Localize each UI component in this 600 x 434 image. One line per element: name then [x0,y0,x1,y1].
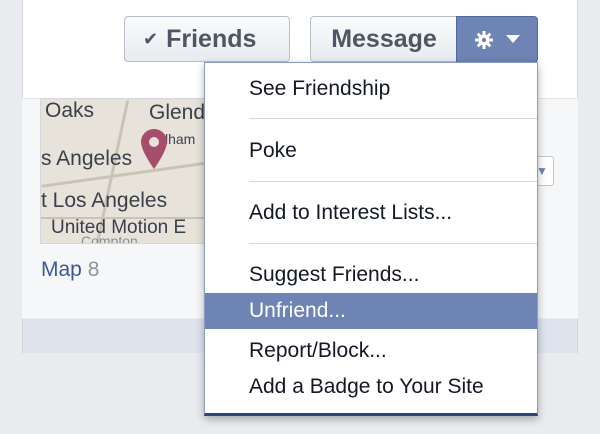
menu-item-unfriend[interactable]: Unfriend... [205,293,537,329]
map-label: Oaks [45,99,95,122]
menu-divider [249,243,537,244]
message-button-label: Message [331,24,437,53]
caret-down-icon [506,35,520,43]
menu-item-poke[interactable]: Poke [205,133,537,169]
map-label: s Angeles [41,147,133,170]
map-label: Glend [149,101,206,124]
check-icon: ✔ [143,28,159,49]
map-count: 8 [87,258,100,281]
map-label: t Los Angeles [41,189,168,212]
friends-button-label: Friends [166,24,257,53]
menu-item-report-block[interactable]: Report/Block... [205,333,537,369]
map-label: lham [165,131,196,147]
menu-item-suggest-friends[interactable]: Suggest Friends... [205,257,537,293]
friend-options-menu: See Friendship Poke Add to Interest List… [204,62,538,416]
menu-item-add-to-interest-lists[interactable]: Add to Interest Lists... [205,195,537,231]
map-link[interactable]: Map 8 [41,258,99,282]
settings-dropdown-button[interactable] [456,16,538,63]
map-pin-icon [141,129,167,169]
menu-divider [249,118,537,119]
menu-item-see-friendship[interactable]: See Friendship [205,71,537,107]
friends-button[interactable]: ✔ Friends [124,16,290,62]
message-button[interactable]: Message [310,16,458,62]
map-link-label: Map [41,258,82,281]
map-thumbnail[interactable]: Oaks Glend lham s Angeles t Los Angeles … [40,98,208,244]
gear-icon [475,30,493,49]
menu-divider [249,181,537,182]
map-label: Compton [81,233,138,244]
menu-item-add-badge[interactable]: Add a Badge to Your Site [205,369,537,405]
